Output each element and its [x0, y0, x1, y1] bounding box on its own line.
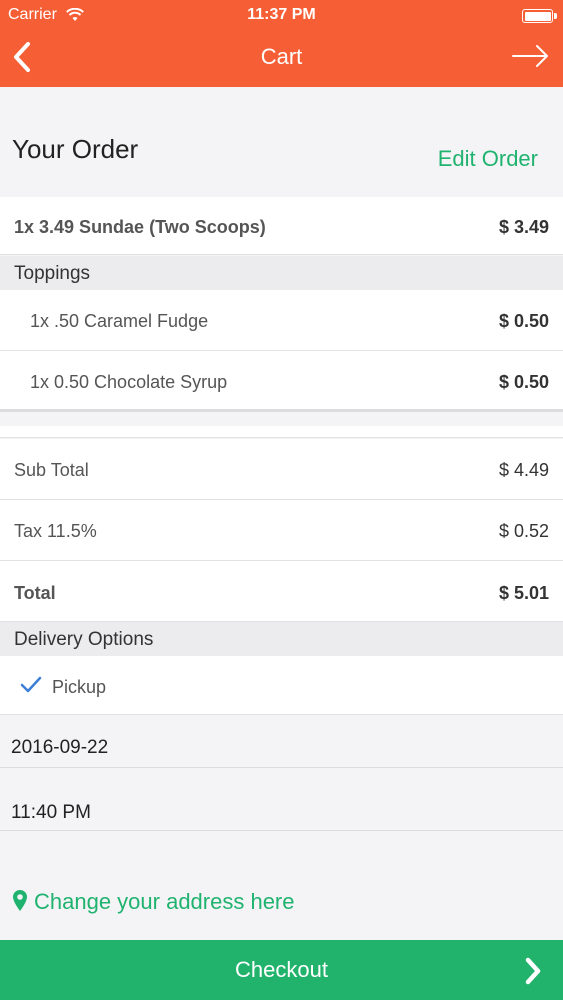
- toppings-header-label: Toppings: [14, 263, 91, 284]
- checkout-button[interactable]: Checkout: [0, 940, 563, 1000]
- topping-label: 1x .50 Caramel Fudge: [30, 311, 209, 331]
- tax-value: $ 0.52: [498, 521, 549, 541]
- delivery-time-field[interactable]: 11:40 PM: [0, 768, 563, 831]
- location-pin-icon: [13, 890, 27, 911]
- main-item-label: 1x 3.49 Sundae (Two Scoops): [14, 217, 266, 237]
- topping-row: 1x .50 Caramel Fudge $ 0.50: [0, 290, 563, 351]
- subtotal-label: Sub Total: [14, 460, 89, 480]
- spacer-row: [0, 426, 563, 438]
- subtotal-value: $ 4.49: [498, 460, 549, 480]
- tax-label: Tax 11.5%: [14, 521, 97, 541]
- delivery-date-value: 2016-09-22: [11, 737, 109, 758]
- topping-label: 1x 0.50 Chocolate Syrup: [30, 372, 228, 392]
- clock: 11:37 PM: [247, 6, 316, 23]
- total-row: Total $ 5.01: [0, 561, 563, 622]
- total-value: $ 5.01: [498, 583, 549, 603]
- delivery-time-value: 11:40 PM: [11, 802, 91, 823]
- delivery-header-label: Delivery Options: [14, 629, 154, 650]
- total-label: Total: [14, 583, 56, 603]
- pickup-option[interactable]: Pickup: [0, 656, 563, 715]
- battery-icon: [522, 9, 557, 23]
- order-header: Your Order Edit Order: [0, 87, 563, 194]
- toppings-section-header: Toppings: [0, 256, 563, 290]
- order-title: Your Order: [12, 134, 139, 164]
- page-title: Cart: [260, 44, 303, 69]
- topping-price: $ 0.50: [498, 311, 549, 331]
- main-item-row: 1x 3.49 Sundae (Two Scoops) $ 3.49: [0, 197, 563, 255]
- change-address-label: Change your address here: [34, 889, 295, 914]
- topping-row: 1x 0.50 Chocolate Syrup $ 0.50: [0, 351, 563, 412]
- subtotal-row: Sub Total $ 4.49: [0, 439, 563, 500]
- nav-header: Carrier 11:37 PM Cart: [0, 0, 563, 87]
- chevron-right-icon: [523, 957, 543, 990]
- edit-order-button[interactable]: Edit Order: [438, 146, 538, 172]
- status-bar: Carrier 11:37 PM: [0, 6, 563, 28]
- delivery-section-header: Delivery Options: [0, 622, 563, 656]
- delivery-date-field[interactable]: 2016-09-22: [0, 715, 563, 768]
- checkmark-icon: [20, 676, 42, 699]
- tax-row: Tax 11.5% $ 0.52: [0, 500, 563, 561]
- checkout-label: Checkout: [235, 957, 328, 982]
- forward-button[interactable]: [511, 42, 551, 70]
- main-item-price: $ 3.49: [498, 217, 549, 237]
- change-address-link[interactable]: Change your address here: [12, 889, 295, 915]
- pickup-label: Pickup: [52, 677, 107, 697]
- forward-arrow-icon: [512, 45, 548, 67]
- topping-price: $ 0.50: [498, 372, 549, 392]
